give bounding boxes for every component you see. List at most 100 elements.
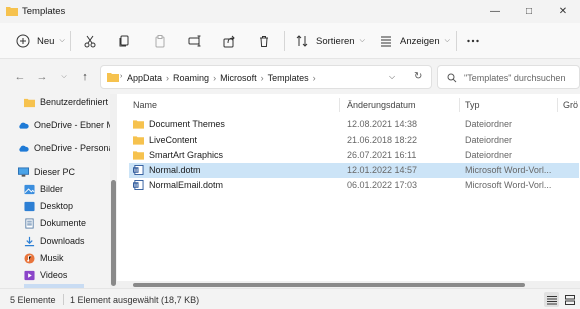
more-button[interactable] [464,31,482,51]
file-row-selected[interactable]: W Normal.dotm 12.01.2022 14:57 Microsoft… [129,163,579,178]
copy-button[interactable] [115,31,133,51]
column-header-size[interactable]: Grö [563,100,578,110]
file-row[interactable]: Document Themes 12.08.2021 14:38 Dateior… [129,117,579,132]
folder-icon [133,136,144,145]
file-date: 26.07.2021 16:11 [347,150,417,160]
sidebar-scrollbar[interactable] [110,94,117,288]
sidebar-item-onedrive-personal[interactable]: OneDrive - Persona [18,140,114,156]
search-icon [447,73,457,83]
file-name: Document Themes [149,119,225,129]
desktop-icon [24,201,35,211]
sidebar-item-musik[interactable]: Musik [24,250,64,266]
forward-icon[interactable]: → [34,69,50,85]
column-header-name[interactable]: Name [133,100,157,110]
file-type: Dateiordner [465,135,513,145]
details-view-icon[interactable] [544,292,559,307]
back-icon[interactable]: ← [12,69,28,85]
file-type: Microsoft Word-Vorl... [465,180,552,190]
file-type: Dateiordner [465,119,513,129]
scrollbar-thumb[interactable] [111,180,116,286]
new-button[interactable]: Neu ⌵ [14,31,65,51]
command-bar: Neu ⌵ Sortieren ⌵ Anzeigen ⌵ [0,23,580,59]
sidebar-item-label: Musik [40,253,64,263]
column-header-type[interactable]: Typ [465,100,480,110]
rename-button[interactable] [186,31,204,51]
column-divider[interactable] [557,98,558,112]
share-button[interactable] [220,31,238,51]
file-name: LiveContent [149,135,198,145]
breadcrumb-item[interactable]: Roaming [173,73,209,83]
word-template-icon: W [133,165,144,175]
breadcrumb: AppData › Roaming › Microsoft › Template… [127,73,316,83]
file-date: 12.01.2022 14:57 [347,165,418,175]
column-divider[interactable] [459,98,460,112]
delete-icon [255,32,273,50]
breadcrumb-chevron-icon: › [312,73,316,83]
breadcrumb-chevron-icon: › [120,73,123,80]
address-bar[interactable]: › AppData › Roaming › Microsoft › Templa… [100,65,432,89]
sidebar-item-label: Desktop [40,201,74,211]
sidebar-item-onedrive-ebner[interactable]: OneDrive - Ebner M [18,117,114,133]
window-title: Templates [22,6,66,17]
sidebar-item-label: Dieser PC [34,167,76,177]
sort-icon [293,32,311,50]
sidebar-item-bilder[interactable]: Bilder [24,181,63,197]
address-dropdown-icon[interactable]: ⌵ [389,72,395,82]
maximize-icon[interactable]: □ [512,0,546,22]
pictures-icon [24,184,35,194]
folder-icon [133,151,144,160]
breadcrumb-item[interactable]: Microsoft [220,73,257,83]
file-name: SmartArt Graphics [149,150,224,160]
sidebar-item-label: Videos [40,270,68,280]
view-button[interactable]: Anzeigen ⌵ [377,31,450,51]
file-row[interactable]: SmartArt Graphics 26.07.2021 16:11 Datei… [129,148,579,163]
chevron-down-icon: ⌵ [359,37,365,44]
tiles-view-icon[interactable] [562,292,577,307]
paste-button[interactable] [151,31,169,51]
sidebar-item-desktop[interactable]: Desktop [24,198,73,214]
file-date: 21.06.2018 18:22 [347,135,418,145]
file-date: 12.08.2021 14:38 [347,119,418,129]
downloads-icon [24,236,35,246]
sidebar-item-dieser-pc[interactable]: Dieser PC [18,164,75,180]
breadcrumb-chevron-icon: › [166,73,170,83]
column-header-date[interactable]: Änderungsdatum [347,100,416,110]
refresh-icon[interactable]: ↻ [414,71,422,82]
cloud-icon [19,122,29,129]
sidebar-item-downloads[interactable]: Downloads [24,233,85,249]
file-row[interactable]: W NormalEmail.dotm 06.01.2022 17:03 Micr… [129,178,579,193]
new-label: Neu [37,35,55,47]
item-count: 5 Elemente [10,295,56,305]
file-type: Dateiordner [465,150,513,160]
music-icon [24,252,35,264]
selection-info: 1 Element ausgewählt (18,7 KB) [70,295,200,305]
folder-icon [24,98,35,107]
minimize-icon[interactable]: — [478,0,512,22]
sort-button[interactable]: Sortieren ⌵ [293,31,365,51]
cut-button[interactable] [81,31,99,51]
scrollbar-thumb[interactable] [133,283,525,287]
recent-locations-icon[interactable]: ⌵ [56,69,72,85]
folder-icon [6,7,18,16]
chevron-down-icon: ⌵ [444,37,450,44]
folder-icon [133,120,144,129]
sidebar-item-benutzerdefiniert[interactable]: Benutzerdefiniert [24,94,108,110]
file-list-scrollbar[interactable] [117,281,580,288]
sidebar-item-videos[interactable]: Videos [24,267,67,283]
toolbar-divider [70,31,71,51]
status-divider [63,294,64,305]
close-icon[interactable]: ✕ [546,0,580,22]
breadcrumb-item[interactable]: Templates [268,73,309,83]
title-bar: Templates — □ ✕ [0,0,580,22]
search-input[interactable]: "Templates" durchsuchen [437,65,580,89]
file-list: ⌃ Name Änderungsdatum Typ Grö Document T… [117,94,580,288]
plus-circle-icon [14,32,32,50]
breadcrumb-item[interactable]: AppData [127,73,162,83]
file-row[interactable]: LiveContent 21.06.2018 18:22 Dateiordner [129,133,579,148]
up-icon[interactable]: ↑ [77,69,93,85]
file-type: Microsoft Word-Vorl... [465,165,552,175]
delete-button[interactable] [255,31,273,51]
sidebar-item-dokumente[interactable]: Dokumente [24,215,86,231]
share-icon [220,32,238,50]
column-divider[interactable] [339,98,340,112]
